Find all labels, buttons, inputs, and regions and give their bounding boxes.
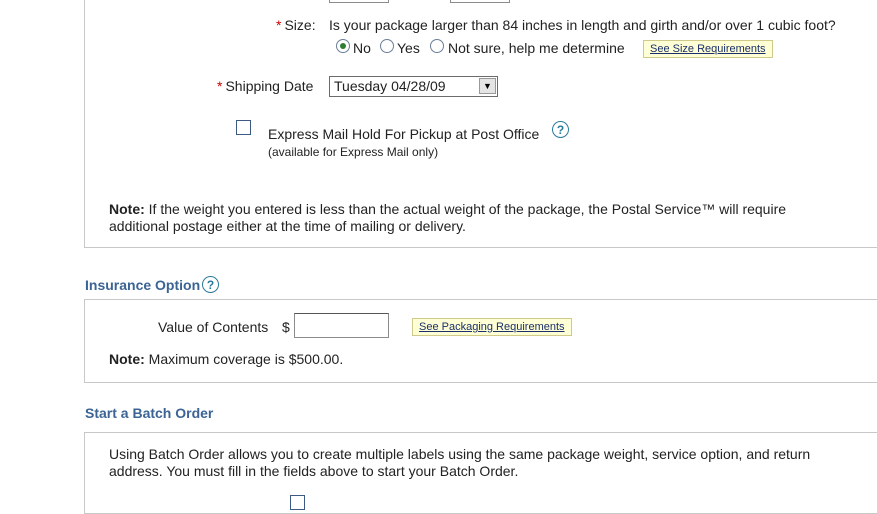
- value-of-contents-input[interactable]: [294, 313, 389, 338]
- batch-checkbox[interactable]: [290, 495, 305, 510]
- insurance-section-title: Insurance Option: [85, 277, 201, 293]
- batch-description: Using Batch Order allows you to create m…: [109, 446, 811, 479]
- size-label: * Size:: [276, 17, 316, 33]
- see-packaging-requirements-link[interactable]: See Packaging Requirements: [412, 318, 572, 336]
- size-option-yes-radio[interactable]: [380, 39, 394, 53]
- express-hold-sublabel: (available for Express Mail only): [268, 145, 439, 159]
- size-question: Is your package larger than 84 inches in…: [329, 17, 836, 33]
- note-label: Note:: [109, 201, 145, 217]
- insurance-note: Note: Maximum coverage is $500.00.: [109, 351, 343, 367]
- size-option-notsure-label: Not sure, help me determine: [448, 40, 625, 56]
- chevron-down-icon[interactable]: ▼: [479, 78, 496, 94]
- size-option-no-label: No: [353, 40, 371, 56]
- shipping-date-label: * Shipping Date: [217, 78, 314, 94]
- express-hold-checkbox[interactable]: [236, 120, 251, 135]
- shipping-date-select[interactable]: Tuesday 04/28/09 ▼: [329, 76, 498, 97]
- insurance-note-text: Maximum coverage is $500.00.: [144, 351, 344, 367]
- size-option-no-radio[interactable]: [336, 39, 350, 53]
- dimension-input-2[interactable]: [450, 0, 510, 3]
- size-option-notsure-radio[interactable]: [430, 39, 444, 53]
- shipping-date-value: Tuesday 04/28/09: [334, 78, 446, 94]
- express-hold-label: Express Mail Hold For Pickup at Post Off…: [268, 126, 540, 142]
- insurance-panel: [84, 299, 877, 383]
- currency-symbol: $: [282, 319, 290, 335]
- batch-section-title: Start a Batch Order: [85, 405, 214, 421]
- note-label: Note:: [109, 351, 145, 367]
- help-icon[interactable]: ?: [202, 276, 219, 293]
- dimension-input-1[interactable]: [329, 0, 389, 3]
- required-marker: *: [217, 78, 223, 94]
- help-icon[interactable]: ?: [552, 121, 569, 138]
- weight-note: Note: If the weight you entered is less …: [109, 201, 829, 235]
- required-marker: *: [276, 17, 282, 33]
- weight-note-text: If the weight you entered is less than t…: [109, 201, 787, 234]
- see-size-requirements-link[interactable]: See Size Requirements: [643, 40, 773, 58]
- size-option-yes-label: Yes: [397, 40, 420, 56]
- value-of-contents-label: Value of Contents: [158, 319, 269, 335]
